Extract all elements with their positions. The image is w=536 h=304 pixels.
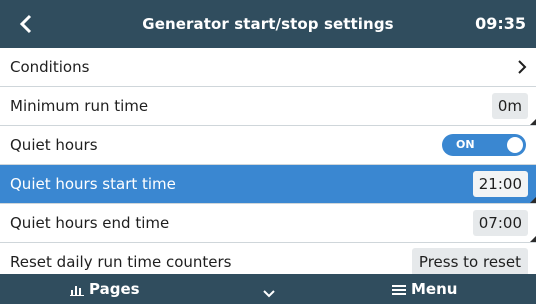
clock-time: 09:35: [475, 14, 526, 33]
row-label: Quiet hours start time: [10, 175, 176, 193]
page-title: Generator start/stop settings: [142, 15, 394, 33]
chevron-right-icon: [516, 59, 528, 75]
header-bar: Generator start/stop settings 09:35: [0, 0, 536, 48]
press-to-reset-button[interactable]: Press to reset: [411, 248, 528, 276]
edit-corner-marker: [530, 119, 536, 125]
quiet-hours-end-value[interactable]: 07:00: [472, 210, 528, 236]
quiet-hours-start-value[interactable]: 21:00: [472, 171, 528, 197]
chart-icon: [70, 286, 84, 296]
minimum-run-time-value[interactable]: 0m: [491, 93, 528, 119]
settings-list: Conditions Minimum run time 0m Quiet hou…: [0, 48, 536, 281]
quiet-hours-toggle[interactable]: ON: [442, 134, 526, 156]
row-quiet-hours-end-time[interactable]: Quiet hours end time 07:00: [0, 204, 536, 243]
toggle-state-text: ON: [456, 138, 475, 151]
row-conditions[interactable]: Conditions: [0, 48, 536, 87]
edit-corner-marker: [530, 236, 536, 242]
edit-corner-marker: [530, 197, 536, 203]
hamburger-icon: [392, 285, 406, 295]
menu-button[interactable]: Menu: [392, 274, 457, 304]
row-label: Minimum run time: [10, 97, 149, 115]
toggle-knob: [507, 137, 523, 153]
pages-label: Pages: [89, 280, 140, 298]
footer-bar: Pages Menu: [0, 274, 536, 304]
row-quiet-hours[interactable]: Quiet hours ON: [0, 126, 536, 165]
row-minimum-run-time[interactable]: Minimum run time 0m: [0, 87, 536, 126]
row-label: Conditions: [10, 58, 90, 76]
row-label: Quiet hours: [10, 136, 98, 154]
row-label: Quiet hours end time: [10, 214, 170, 232]
pages-button[interactable]: Pages: [70, 274, 140, 304]
menu-label: Menu: [411, 280, 458, 298]
row-quiet-hours-start-time[interactable]: Quiet hours start time 21:00: [0, 165, 536, 204]
chevron-down-icon[interactable]: [262, 284, 276, 298]
